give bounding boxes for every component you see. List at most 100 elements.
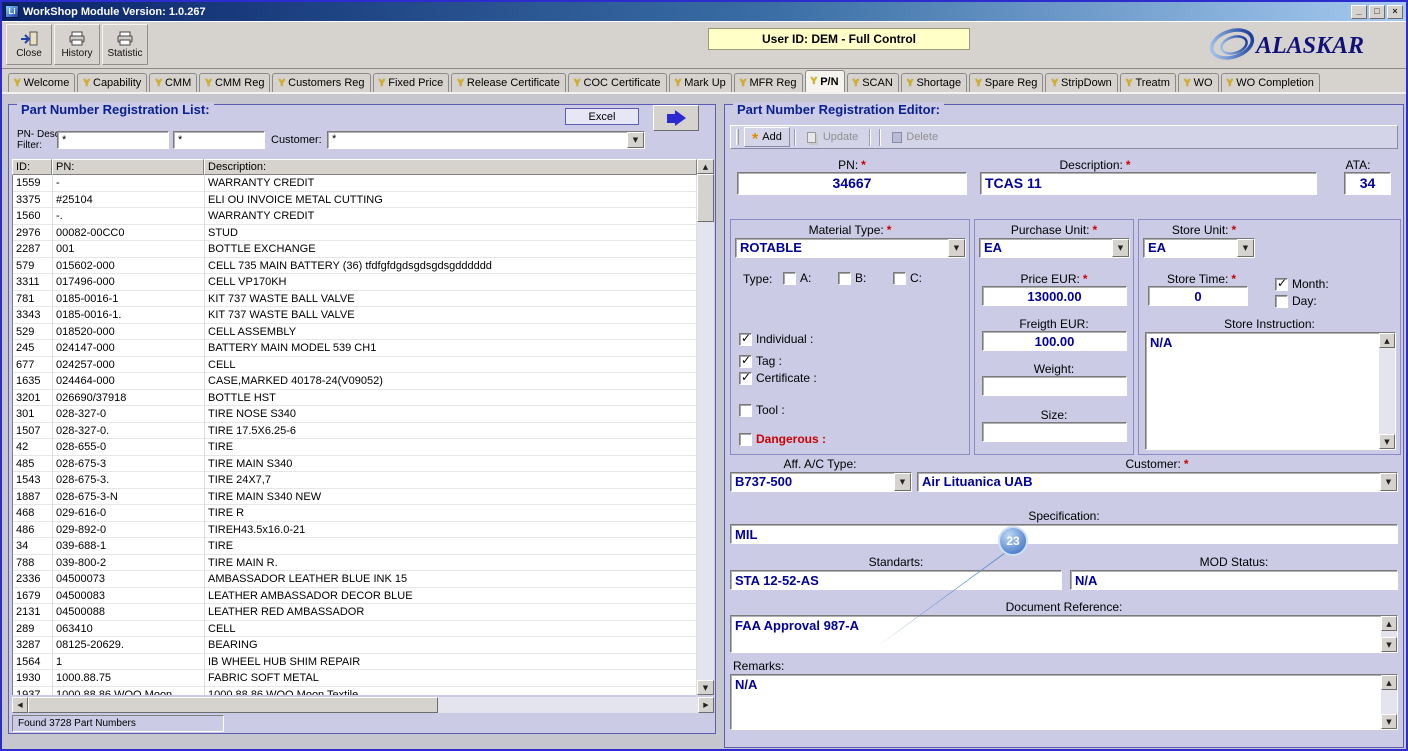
excel-export-button[interactable]: Excel — [565, 108, 639, 125]
history-button[interactable]: History — [54, 24, 100, 65]
tag-checkbox[interactable]: Tag : — [739, 353, 782, 368]
size-field[interactable] — [982, 422, 1127, 442]
table-row[interactable]: 485 028-675-3 TIRE MAIN S340 — [13, 455, 697, 472]
scroll-down-icon[interactable] — [1381, 714, 1397, 729]
certificate-checkbox[interactable]: Certificate : — [739, 370, 817, 385]
pn-filter-input[interactable]: * — [57, 131, 169, 149]
tab-shortage[interactable]: Y Shortage — [900, 73, 968, 92]
document-reference-textarea[interactable]: FAA Approval 987-A — [730, 615, 1398, 653]
dangerous-checkbox[interactable]: Dangerous : — [739, 432, 826, 446]
scroll-up-icon[interactable] — [697, 159, 714, 174]
chevron-down-icon[interactable] — [1380, 473, 1397, 491]
chevron-down-icon[interactable] — [1237, 239, 1254, 257]
store-unit-select[interactable]: EA — [1143, 238, 1255, 258]
tab-mark-up[interactable]: Y Mark Up — [668, 73, 732, 92]
scroll-right-icon[interactable] — [698, 697, 714, 713]
vertical-scrollbar[interactable] — [1381, 616, 1397, 652]
tab-coc-certificate[interactable]: Y COC Certificate — [567, 73, 667, 92]
ata-field[interactable]: 34 — [1344, 172, 1391, 195]
table-row[interactable]: 3311 017496-000 CELL VP170KH — [13, 274, 697, 291]
table-row[interactable]: 1564 1 IB WHEEL HUB SHIM REPAIR — [13, 653, 697, 670]
remarks-textarea[interactable]: N/A — [730, 674, 1398, 730]
table-row[interactable]: 42 028-655-0 TIRE — [13, 439, 697, 456]
maximize-button[interactable] — [1369, 4, 1385, 19]
tab-wo[interactable]: Y WO — [1177, 73, 1219, 92]
tab-capability[interactable]: Y Capability — [77, 73, 148, 92]
chevron-down-icon[interactable] — [948, 239, 965, 257]
add-button[interactable]: Add — [744, 127, 790, 147]
tab-cmm[interactable]: Y CMM — [149, 73, 198, 92]
table-row[interactable]: 1560 -. WARRANTY CREDIT — [13, 208, 697, 225]
table-row[interactable]: 579 015602-000 CELL 735 MAIN BATTERY (36) … — [13, 257, 697, 274]
table-row[interactable]: 1930 1000.88.75 FABRIC SOFT METAL — [13, 670, 697, 687]
tool-checkbox[interactable]: Tool : — [739, 403, 785, 417]
customer-filter-select[interactable]: * — [327, 131, 645, 149]
table-row[interactable]: 1887 028-675-3-N TIRE MAIN S340 NEW — [13, 488, 697, 505]
type-b-checkbox[interactable]: B: — [838, 271, 866, 285]
tab-treatm[interactable]: Y Treatm — [1119, 73, 1176, 92]
statistic-button[interactable]: Statistic — [102, 24, 148, 65]
horizontal-scrollbar[interactable] — [12, 697, 714, 713]
mod-status-field[interactable]: N/A — [1070, 570, 1398, 590]
table-row[interactable]: 3343 0185-0016-1. KIT 737 WASTE BALL VALVE — [13, 307, 697, 324]
table-row[interactable]: 34 039-688-1 TIRE — [13, 538, 697, 555]
table-row[interactable]: 529 018520-000 CELL ASSEMBLY — [13, 323, 697, 340]
table-row[interactable]: 301 028-327-0 TIRE NOSE S340 — [13, 406, 697, 423]
vertical-scrollbar[interactable] — [1381, 675, 1397, 729]
table-row[interactable]: 486 029-892-0 TIREH43.5x16.0-21 — [13, 521, 697, 538]
month-checkbox[interactable]: Month: — [1275, 276, 1329, 291]
table-row[interactable]: 289 063410 CELL — [13, 620, 697, 637]
table-row[interactable]: 3375 #25104 ELI OU INVOICE METAL CUTTING — [13, 191, 697, 208]
scroll-up-icon[interactable] — [1381, 616, 1397, 631]
pn-field[interactable]: 34667 — [737, 172, 967, 195]
scroll-up-icon[interactable] — [1381, 675, 1397, 690]
vertical-scrollbar[interactable] — [697, 159, 714, 695]
vertical-scrollbar[interactable] — [1379, 333, 1395, 449]
column-header-description[interactable]: Description: — [204, 159, 697, 175]
standarts-field[interactable]: STA 12-52-AS — [730, 570, 1062, 590]
table-row[interactable]: 245 024147-000 BATTERY MAIN MODEL 539 CH1 — [13, 340, 697, 357]
description-filter-input[interactable]: * — [173, 131, 265, 149]
tab-stripdown[interactable]: Y StripDown — [1045, 73, 1118, 92]
table-row[interactable]: 1635 024464-000 CASE,MARKED 40178-24(V0905… — [13, 373, 697, 390]
table-row[interactable]: 3201 026690/37918 BOTTLE HST — [13, 389, 697, 406]
store-time-field[interactable]: 0 — [1148, 286, 1248, 306]
scrollbar-track[interactable] — [697, 222, 714, 680]
table-row[interactable]: 788 039-800-2 TIRE MAIN R. — [13, 554, 697, 571]
tab-mfr-reg[interactable]: Y MFR Reg — [733, 73, 803, 92]
weight-field[interactable] — [982, 376, 1127, 396]
table-row[interactable]: 1543 028-675-3. TIRE 24X7,7 — [13, 472, 697, 489]
tab-fixed-price[interactable]: Y Fixed Price — [372, 73, 450, 92]
tab-welcome[interactable]: Y Welcome — [8, 73, 76, 92]
table-row[interactable]: 781 0185-0016-1 KIT 737 WASTE BALL VALVE — [13, 290, 697, 307]
tab-spare-reg[interactable]: Y Spare Reg — [969, 73, 1044, 92]
tab-p-n[interactable]: Y P/N — [804, 70, 845, 92]
tab-cmm-reg[interactable]: Y CMM Reg — [199, 73, 271, 92]
scroll-down-icon[interactable] — [1379, 434, 1395, 449]
column-header-pn[interactable]: PN: — [52, 159, 204, 175]
type-a-checkbox[interactable]: A: — [783, 271, 811, 285]
window-close-button[interactable] — [1387, 4, 1403, 19]
scroll-up-icon[interactable] — [1379, 333, 1395, 348]
chevron-down-icon[interactable] — [894, 473, 911, 491]
column-header-id[interactable]: ID: — [12, 159, 52, 175]
scrollbar-thumb[interactable] — [697, 174, 714, 222]
freight-field[interactable]: 100.00 — [982, 331, 1127, 351]
description-field[interactable]: TCAS 11 — [980, 172, 1317, 195]
material-type-select[interactable]: ROTABLE — [735, 238, 966, 258]
type-c-checkbox[interactable]: C: — [893, 271, 922, 285]
specification-field[interactable]: MIL — [730, 524, 1398, 544]
table-row[interactable]: 677 024257-000 CELL — [13, 356, 697, 373]
table-row[interactable]: 2287 001 BOTTLE EXCHANGE — [13, 241, 697, 258]
table-row[interactable]: 1937 1000.88.86 WOO Moon 1000.88.86 WOO Mo… — [13, 686, 697, 695]
table-row[interactable]: 468 029-616-0 TIRE R — [13, 505, 697, 522]
scroll-down-icon[interactable] — [1381, 637, 1397, 652]
scrollbar-track[interactable] — [438, 697, 698, 713]
table-row[interactable]: 2131 04500088 LEATHER RED AMBASSADOR — [13, 604, 697, 621]
scrollbar-thumb[interactable] — [28, 697, 438, 713]
scroll-down-icon[interactable] — [697, 680, 714, 695]
price-field[interactable]: 13000.00 — [982, 286, 1127, 306]
tab-wo-completion[interactable]: Y WO Completion — [1220, 73, 1320, 92]
transfer-arrow-button[interactable] — [653, 105, 699, 131]
day-checkbox[interactable]: Day: — [1275, 294, 1317, 308]
